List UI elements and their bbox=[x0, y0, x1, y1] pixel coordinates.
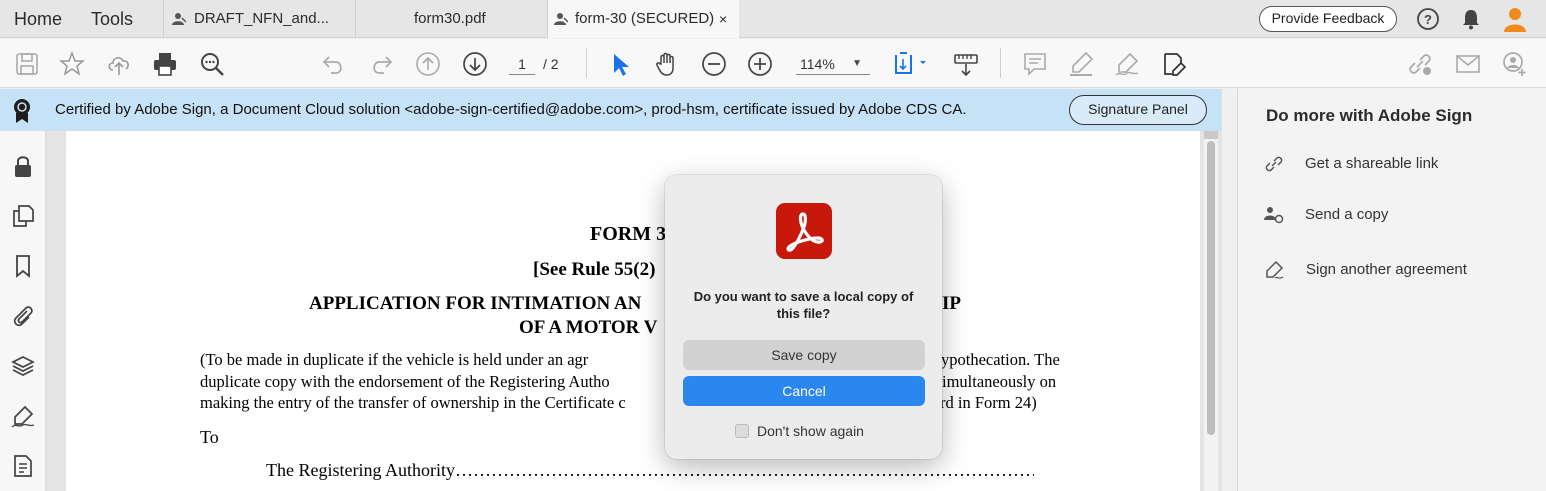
user-avatar-icon[interactable] bbox=[1502, 6, 1528, 32]
acrobat-logo-icon bbox=[786, 212, 824, 252]
send-a-copy-item[interactable]: Send a copy bbox=[1264, 203, 1534, 229]
cloud-upload-icon[interactable] bbox=[106, 51, 132, 77]
shared-user-icon bbox=[172, 13, 186, 25]
tab-bar: Home Tools DRAFT_NFN_and... form30.pdf f… bbox=[0, 0, 1546, 38]
page-fit-icon[interactable] bbox=[893, 51, 929, 77]
signature-pen-icon[interactable] bbox=[11, 404, 35, 428]
svg-text:?: ? bbox=[1424, 12, 1432, 27]
dialog-message: Do you want to save a local copy of this… bbox=[693, 289, 914, 321]
zoom-out-icon[interactable] bbox=[701, 51, 727, 77]
notifications-bell-icon[interactable] bbox=[1459, 7, 1483, 31]
item-label: Sign another agreement bbox=[1306, 261, 1467, 278]
form-title: FORM 3 bbox=[590, 223, 667, 245]
page-number-input[interactable]: 1 bbox=[509, 53, 535, 75]
pen-sign-icon bbox=[1266, 260, 1284, 279]
close-tab-icon[interactable]: × bbox=[719, 0, 727, 38]
save-local-copy-dialog: Do you want to save a local copy of this… bbox=[665, 175, 942, 459]
sign-another-agreement-item[interactable]: Sign another agreement bbox=[1264, 258, 1534, 284]
save-copy-button[interactable]: Save copy bbox=[683, 340, 925, 370]
dont-show-again-checkbox[interactable] bbox=[735, 424, 749, 438]
email-icon[interactable] bbox=[1455, 51, 1481, 77]
get-shareable-link-item[interactable]: Get a shareable link bbox=[1264, 152, 1534, 178]
paragraph-line-1-end: ypothecation. The bbox=[941, 350, 1060, 369]
signature-panel-button[interactable]: Signature Panel bbox=[1069, 95, 1207, 125]
lock-icon[interactable] bbox=[11, 154, 35, 178]
undo-icon[interactable] bbox=[321, 51, 347, 77]
print-icon[interactable] bbox=[152, 51, 178, 77]
chevron-down-icon: ▼ bbox=[852, 58, 862, 69]
certificate-text: Certified by Adobe Sign, a Document Clou… bbox=[55, 101, 967, 118]
bookmark-icon[interactable] bbox=[11, 254, 35, 278]
tab-label: form30.pdf bbox=[414, 10, 486, 27]
add-user-icon[interactable] bbox=[1502, 51, 1528, 77]
tab-draft-nfn[interactable]: DRAFT_NFN_and... bbox=[163, 0, 355, 38]
layers-icon[interactable] bbox=[11, 354, 35, 378]
tools-tab[interactable]: Tools bbox=[91, 0, 133, 38]
zoom-value: 114% bbox=[800, 56, 835, 72]
comment-icon[interactable] bbox=[1022, 51, 1048, 77]
home-tab[interactable]: Home bbox=[14, 0, 62, 38]
paragraph-line-1: (To be made in duplicate if the vehicle … bbox=[200, 350, 589, 369]
hand-pan-icon[interactable] bbox=[654, 51, 680, 77]
heading-line-1: APPLICATION FOR INTIMATION AN bbox=[309, 293, 642, 314]
tab-form30-pdf[interactable]: form30.pdf bbox=[355, 0, 547, 38]
page-total: / 2 bbox=[543, 56, 559, 72]
scrollbar-thumb[interactable] bbox=[1207, 141, 1215, 435]
save-icon[interactable] bbox=[14, 51, 40, 77]
toolbar: 1 / 2 114% ▼ bbox=[0, 39, 1546, 88]
heading-line-2: OF A MOTOR V bbox=[519, 317, 658, 338]
paragraph-line-3: making the entry of the transfer of owne… bbox=[200, 393, 626, 412]
provide-feedback-button[interactable]: Provide Feedback bbox=[1259, 6, 1397, 32]
dont-show-again-label[interactable]: Don't show again bbox=[757, 423, 864, 439]
scroll-mode-icon[interactable] bbox=[953, 51, 979, 77]
pages-thumbnail-icon[interactable] bbox=[11, 204, 35, 228]
bookmark-star-icon[interactable] bbox=[59, 51, 85, 77]
item-label: Send a copy bbox=[1305, 206, 1389, 223]
paragraph-line-3-end: rd in Form 24) bbox=[940, 393, 1037, 412]
sign-pen-icon[interactable] bbox=[1114, 51, 1140, 77]
document-viewer[interactable]: FORM 3 [See Rule 55(2) APPLICATION FOR I… bbox=[46, 131, 1222, 491]
redo-icon[interactable] bbox=[368, 51, 394, 77]
tab-form30-secured[interactable]: form-30 (SECURED) × bbox=[547, 0, 739, 38]
pdf-page: FORM 3 [See Rule 55(2) APPLICATION FOR I… bbox=[66, 131, 1200, 491]
fill-sign-icon[interactable] bbox=[1161, 51, 1187, 77]
salutation-to: To bbox=[200, 427, 219, 447]
attachment-paperclip-icon[interactable] bbox=[11, 304, 35, 328]
search-zoom-icon[interactable] bbox=[199, 51, 225, 77]
certified-ribbon-icon bbox=[14, 99, 30, 123]
share-link-icon[interactable] bbox=[1407, 51, 1433, 77]
certificate-banner: Certified by Adobe Sign, a Document Clou… bbox=[0, 89, 1222, 131]
cancel-button[interactable]: Cancel bbox=[683, 376, 925, 406]
toolbar-divider bbox=[1000, 48, 1001, 78]
right-tools-panel: Do more with Adobe Sign Get a shareable … bbox=[1237, 89, 1546, 491]
shared-user-icon bbox=[554, 13, 568, 25]
next-page-icon[interactable] bbox=[462, 51, 488, 77]
zoom-in-icon[interactable] bbox=[747, 51, 773, 77]
scroll-up-arrow[interactable] bbox=[1204, 131, 1218, 139]
help-icon[interactable]: ? bbox=[1416, 7, 1440, 31]
document-properties-icon[interactable] bbox=[11, 454, 35, 478]
item-label: Get a shareable link bbox=[1305, 155, 1439, 172]
left-navigation-rail bbox=[0, 131, 46, 491]
toolbar-divider bbox=[586, 48, 587, 78]
acrobat-app-icon bbox=[776, 203, 832, 259]
select-cursor-icon[interactable] bbox=[608, 51, 634, 77]
heading-line-1-end: IP bbox=[942, 293, 961, 314]
user-send-icon bbox=[1264, 207, 1284, 224]
registering-authority-line: The Registering Authority………………………………………… bbox=[266, 460, 1034, 480]
zoom-level-select[interactable]: 114% ▼ bbox=[796, 53, 870, 75]
tab-label: form-30 (SECURED) bbox=[575, 10, 715, 27]
highlight-pen-icon[interactable] bbox=[1068, 51, 1094, 77]
rule-reference: [See Rule 55(2) bbox=[533, 259, 656, 280]
paragraph-line-2-end: imultaneously on bbox=[942, 372, 1057, 391]
link-icon bbox=[1265, 156, 1283, 172]
panel-title: Do more with Adobe Sign bbox=[1266, 106, 1473, 125]
tab-label: DRAFT_NFN_and... bbox=[194, 10, 330, 27]
paragraph-line-2: duplicate copy with the endorsement of t… bbox=[200, 372, 610, 391]
previous-page-icon[interactable] bbox=[415, 51, 441, 77]
